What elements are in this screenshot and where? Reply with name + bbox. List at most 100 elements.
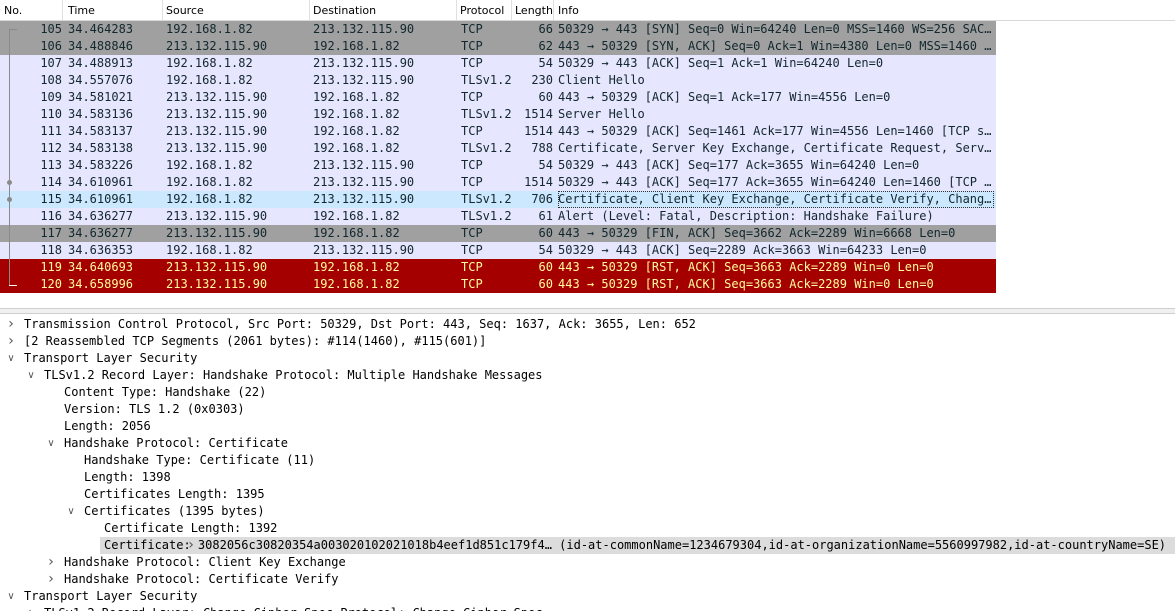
- details-tree-label: Certificate: 3082056c30820354a0030201020…: [104, 538, 1167, 552]
- pane-splitter[interactable]: [0, 308, 1175, 314]
- cell-length: 61: [538, 209, 553, 223]
- cell-protocol: TCP: [461, 56, 483, 70]
- cell-destination: 192.168.1.82: [313, 90, 400, 104]
- expand-chevron-right-icon[interactable]: ›: [4, 333, 18, 350]
- cell-time: 34.583136: [68, 107, 134, 121]
- details-tree-item[interactable]: › Certificate: 3082056c30820354a003020102…: [100, 537, 1175, 554]
- details-tree-item[interactable]: › Handshake Protocol: Client Key Exchange: [0, 554, 1175, 571]
- details-tree-item[interactable]: › TLSv1.2 Record Layer: Change Cipher Spe…: [0, 605, 1175, 611]
- column-header-protocol[interactable]: Protocol: [460, 4, 504, 17]
- details-tree-label: Handshake Type: Certificate (11): [84, 453, 316, 467]
- packet-details-pane[interactable]: › Transmission Control Protocol, Src Port…: [0, 316, 1175, 611]
- cell-length: 230: [531, 73, 553, 87]
- cell-source: 213.132.115.90: [166, 39, 268, 53]
- cell-time: 34.583226: [68, 158, 134, 172]
- cell-info: Client Hello: [558, 73, 645, 87]
- cell-destination: 213.132.115.90: [313, 22, 415, 36]
- cell-source: 213.132.115.90: [166, 107, 268, 121]
- related-packet-bracket: [9, 29, 10, 286]
- details-tree-label: Transport Layer Security: [24, 351, 198, 365]
- cell-time: 34.557076: [68, 73, 134, 87]
- cell-source: 192.168.1.82: [166, 56, 253, 70]
- cell-destination: 213.132.115.90: [313, 192, 415, 206]
- expand-chevron-down-icon[interactable]: ∨: [44, 435, 58, 452]
- details-tree-item[interactable]: ∨ Certificates (1395 bytes): [0, 503, 1175, 520]
- details-tree-item[interactable]: ∨ Transport Layer Security: [0, 588, 1175, 605]
- expand-chevron-right-icon[interactable]: ›: [44, 554, 58, 571]
- packet-row[interactable]: 115 34.610961 192.168.1.82 213.132.115.90 TL…: [0, 191, 996, 208]
- details-tree-item[interactable]: ∨ Handshake Protocol: Certificate: [0, 435, 1175, 452]
- packet-row[interactable]: 114 34.610961 192.168.1.82 213.132.115.90 TC…: [0, 174, 996, 191]
- cell-source: 213.132.115.90: [166, 226, 268, 240]
- details-tree-item[interactable]: Length: 2056: [0, 418, 1175, 435]
- packet-row[interactable]: 110 34.583136 213.132.115.90 192.168.1.82 TL…: [0, 106, 996, 123]
- details-tree-label: Transmission Control Protocol, Src Port:…: [24, 317, 696, 331]
- reassembly-marker: [7, 180, 12, 185]
- details-tree-item[interactable]: Length: 1398: [0, 469, 1175, 486]
- details-tree-label: Certificates (1395 bytes): [84, 504, 265, 518]
- packet-row[interactable]: 117 34.636277 213.132.115.90 192.168.1.82 TC…: [0, 225, 996, 242]
- packet-row[interactable]: 108 34.557076 192.168.1.82 213.132.115.90 TL…: [0, 72, 996, 89]
- expand-chevron-right-icon[interactable]: ›: [44, 571, 58, 588]
- expand-chevron-down-icon[interactable]: ∨: [64, 503, 78, 520]
- cell-time: 34.610961: [68, 175, 134, 189]
- cell-time: 34.636353: [68, 243, 134, 257]
- expand-chevron-down-icon[interactable]: ∨: [24, 367, 38, 384]
- packet-row[interactable]: 111 34.583137 213.132.115.90 192.168.1.82 TC…: [0, 123, 996, 140]
- details-tree-item[interactable]: Certificate Length: 1392: [0, 520, 1175, 537]
- details-tree-label: TLSv1.2 Record Layer: Handshake Protocol…: [44, 368, 543, 382]
- cell-source: 192.168.1.82: [166, 73, 253, 87]
- column-header-destination[interactable]: Destination: [313, 4, 376, 17]
- expand-chevron-down-icon[interactable]: ∨: [4, 350, 18, 367]
- details-tree-label: Certificate Length: 1392: [104, 521, 278, 535]
- packet-row[interactable]: 120 34.658996 213.132.115.90 192.168.1.82 TC…: [0, 276, 996, 293]
- packet-row[interactable]: 107 34.488913 192.168.1.82 213.132.115.90 TC…: [0, 55, 996, 72]
- details-tree-item[interactable]: Handshake Type: Certificate (11): [0, 452, 1175, 469]
- cell-length: 62: [538, 39, 553, 53]
- cell-protocol: TLSv1.2: [461, 73, 512, 87]
- details-tree-item[interactable]: ∨ Transport Layer Security: [0, 350, 1175, 367]
- cell-destination: 213.132.115.90: [313, 158, 415, 172]
- column-header-time[interactable]: Time: [68, 4, 95, 17]
- cell-info: 443 → 50329 [RST, ACK] Seq=3663 Ack=2289…: [558, 260, 934, 274]
- details-tree-item[interactable]: › Handshake Protocol: Certificate Verify: [0, 571, 1175, 588]
- cell-protocol: TLSv1.2: [461, 141, 512, 155]
- cell-source: 192.168.1.82: [166, 158, 253, 172]
- packet-row[interactable]: 116 34.636277 213.132.115.90 192.168.1.82 TL…: [0, 208, 996, 225]
- column-header-source[interactable]: Source: [166, 4, 204, 17]
- packet-list-pane[interactable]: No. Time Source Destination Protocol Len…: [0, 0, 1175, 308]
- cell-time: 34.583138: [68, 141, 134, 155]
- expand-chevron-down-icon[interactable]: ∨: [4, 588, 18, 605]
- expand-chevron-right-icon[interactable]: ›: [4, 316, 18, 333]
- details-tree-item[interactable]: › [2 Reassembled TCP Segments (2061 bytes…: [0, 333, 1175, 350]
- packet-row[interactable]: 112 34.583138 213.132.115.90 192.168.1.82 TL…: [0, 140, 996, 157]
- cell-info: 443 → 50329 [FIN, ACK] Seq=3662 Ack=2289…: [558, 226, 956, 240]
- details-tree-item[interactable]: › Transmission Control Protocol, Src Port…: [0, 316, 1175, 333]
- cell-time: 34.581021: [68, 90, 134, 104]
- expand-chevron-right-icon[interactable]: ›: [24, 605, 38, 611]
- packet-row[interactable]: 118 34.636353 192.168.1.82 213.132.115.90 TC…: [0, 242, 996, 259]
- column-header-length[interactable]: Length: [515, 4, 553, 17]
- details-tree-item[interactable]: ∨ TLSv1.2 Record Layer: Handshake Protoco…: [0, 367, 1175, 384]
- cell-protocol: TCP: [461, 22, 483, 36]
- cell-length: 1514: [524, 175, 553, 189]
- cell-length: 60: [538, 226, 553, 240]
- cell-destination: 192.168.1.82: [313, 141, 400, 155]
- packet-row[interactable]: 113 34.583226 192.168.1.82 213.132.115.90 TC…: [0, 157, 996, 174]
- cell-time: 34.640693: [68, 260, 134, 274]
- details-tree-label: Handshake Protocol: Client Key Exchange: [64, 555, 346, 569]
- column-header-info[interactable]: Info: [558, 4, 579, 17]
- packet-row[interactable]: 119 34.640693 213.132.115.90 192.168.1.82 TC…: [0, 259, 996, 276]
- column-header-no[interactable]: No.: [4, 4, 22, 17]
- details-tree-item[interactable]: Version: TLS 1.2 (0x0303): [0, 401, 1175, 418]
- cell-length: 60: [538, 260, 553, 274]
- cell-time: 34.636277: [68, 209, 134, 223]
- cell-destination: 192.168.1.82: [313, 209, 400, 223]
- cell-protocol: TCP: [461, 158, 483, 172]
- details-tree-item[interactable]: Content Type: Handshake (22): [0, 384, 1175, 401]
- details-tree-item[interactable]: Certificates Length: 1395: [0, 486, 1175, 503]
- packet-row[interactable]: 109 34.581021 213.132.115.90 192.168.1.82 TC…: [0, 89, 996, 106]
- cell-protocol: TCP: [461, 39, 483, 53]
- packet-row[interactable]: 105 34.464283 192.168.1.82 213.132.115.90 TC…: [0, 21, 996, 38]
- packet-row[interactable]: 106 34.488846 213.132.115.90 192.168.1.82 TC…: [0, 38, 996, 55]
